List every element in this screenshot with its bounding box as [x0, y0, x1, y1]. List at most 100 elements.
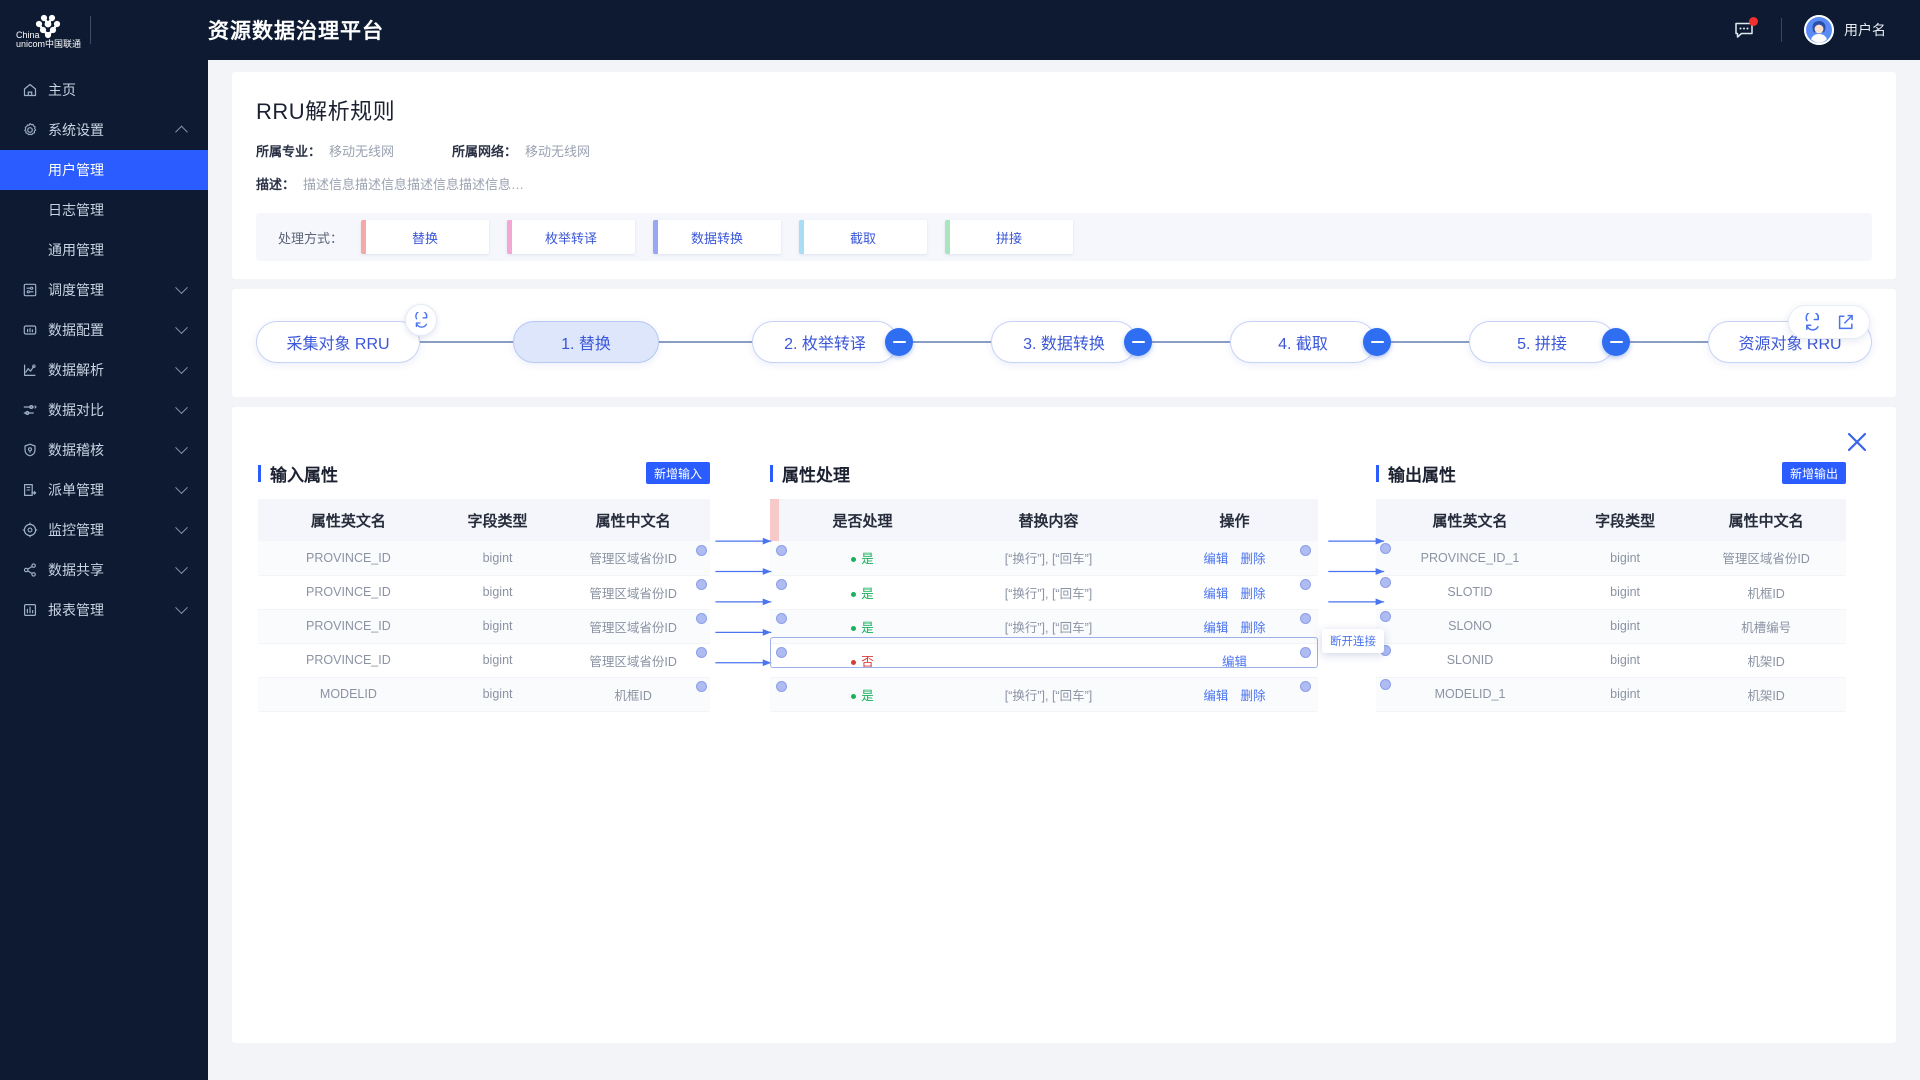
- table-row[interactable]: MODELID_1 bigint 机架ID: [1376, 677, 1846, 712]
- sidebar-item-data-parse[interactable]: 数据解析: [0, 350, 208, 390]
- table-row[interactable]: 是 [“换行”], [“回车”] 编辑 删除: [770, 609, 1318, 644]
- panel-accent-bar: [258, 464, 261, 482]
- cell-replace-content: [“换行”], [“回车”]: [946, 541, 1151, 576]
- cell-attr-cn: 管理区域省份ID: [556, 609, 710, 644]
- sidebar-subitem-log-management[interactable]: 日志管理: [0, 190, 208, 230]
- remove-step-5-button[interactable]: [1602, 328, 1630, 356]
- edit-link[interactable]: 编辑: [1222, 655, 1247, 669]
- brand-logo-block[interactable]: China unicom中国联通: [0, 10, 208, 50]
- delete-link[interactable]: 删除: [1240, 621, 1265, 635]
- input-row-port-1[interactable]: [696, 545, 707, 556]
- flow-step-3[interactable]: 3. 数据转换: [991, 321, 1152, 363]
- flow-step-2[interactable]: 2. 枚举转译: [752, 321, 913, 363]
- edit-link[interactable]: 编辑: [1203, 587, 1228, 601]
- source-refresh-icon[interactable]: [405, 304, 437, 336]
- input-row-port-3[interactable]: [696, 613, 707, 624]
- input-row-port-5[interactable]: [696, 681, 707, 692]
- output-row-port-2[interactable]: [1380, 577, 1391, 588]
- edit-link[interactable]: 编辑: [1203, 689, 1228, 703]
- chevron-down-icon: [175, 480, 188, 494]
- process-out-port-2[interactable]: [1300, 579, 1311, 590]
- cell-replace-content: [946, 643, 1151, 678]
- output-row-port-1[interactable]: [1380, 543, 1391, 554]
- table-row[interactable]: SLONO bigint 机槽编号: [1376, 609, 1846, 644]
- user-name-label[interactable]: 用户名: [1844, 20, 1886, 40]
- description-value: 描述信息描述信息描述信息描述信息…: [303, 177, 525, 192]
- process-out-port-4[interactable]: [1300, 647, 1311, 658]
- remove-step-4-button[interactable]: [1363, 328, 1391, 356]
- method-chip-concat[interactable]: 拼接: [945, 220, 1074, 254]
- method-chip-truncate[interactable]: 截取: [799, 220, 928, 254]
- avatar[interactable]: [1804, 15, 1834, 45]
- add-input-button[interactable]: 新增输入: [645, 462, 710, 484]
- cell-attr-en: SLONO: [1376, 609, 1564, 644]
- remove-step-2-button[interactable]: [885, 328, 913, 356]
- input-row-port-2[interactable]: [696, 579, 707, 590]
- table-row[interactable]: MODELID bigint 机框ID: [258, 677, 710, 712]
- edit-link[interactable]: 编辑: [1203, 621, 1228, 635]
- sidebar-item-data-share[interactable]: 数据共享: [0, 550, 208, 590]
- table-row[interactable]: PROVINCE_ID_1 bigint 管理区域省份ID: [1376, 541, 1846, 576]
- edit-link[interactable]: 编辑: [1203, 552, 1228, 566]
- flow-step-4[interactable]: 4. 截取: [1230, 321, 1391, 363]
- remove-step-3-button[interactable]: [1124, 328, 1152, 356]
- add-output-button[interactable]: 新增输出: [1781, 462, 1846, 484]
- sidebar-item-dispatch-management[interactable]: 派单管理: [0, 470, 208, 510]
- table-row[interactable]: PROVINCE_ID bigint 管理区域省份ID: [258, 575, 710, 610]
- table-row[interactable]: SLOTID bigint 机框ID: [1376, 575, 1846, 610]
- delete-link[interactable]: 删除: [1240, 689, 1265, 703]
- attribute-processing-table: 是否处理 替换内容 操作 是 [“换行”], [“回车”] 编辑 删除 是 [“…: [770, 499, 1318, 712]
- mapping-panels: 输入属性 新增输入 属性英文名 字段类型 属性中文名 PROVINCE_ID b…: [258, 461, 1870, 712]
- table-row-selected[interactable]: 否 编辑: [770, 643, 1318, 678]
- process-in-port-4[interactable]: [776, 647, 787, 658]
- description-label: 描述：: [256, 177, 296, 192]
- cell-attr-cn: 管理区域省份ID: [556, 643, 710, 678]
- method-chip-data-convert[interactable]: 数据转换: [653, 220, 782, 254]
- sidebar-item-data-compare[interactable]: 数据对比: [0, 390, 208, 430]
- method-chip-replace[interactable]: 替换: [361, 220, 490, 254]
- message-button[interactable]: [1729, 15, 1759, 45]
- process-in-port-5[interactable]: [776, 681, 787, 692]
- edit-square-icon[interactable]: [1836, 313, 1855, 332]
- table-row[interactable]: PROVINCE_ID bigint 管理区域省份ID: [258, 643, 710, 678]
- process-out-port-3[interactable]: [1300, 613, 1311, 624]
- process-in-port-2[interactable]: [776, 579, 787, 590]
- sidebar-item-system-settings[interactable]: 系统设置: [0, 110, 208, 150]
- sidebar-item-data-audit[interactable]: 数据稽核: [0, 430, 208, 470]
- delete-link[interactable]: 删除: [1240, 587, 1265, 601]
- delete-link[interactable]: 删除: [1240, 552, 1265, 566]
- sidebar-item-report-management[interactable]: 报表管理: [0, 590, 208, 630]
- cell-attr-cn: 机架ID: [1686, 677, 1846, 712]
- refresh-icon[interactable]: [1803, 312, 1822, 332]
- table-row[interactable]: SLONID bigint 机架ID: [1376, 643, 1846, 678]
- table-row[interactable]: PROVINCE_ID bigint 管理区域省份ID: [258, 609, 710, 644]
- sidebar-subitem-general-management[interactable]: 通用管理: [0, 230, 208, 270]
- process-in-port-3[interactable]: [776, 613, 787, 624]
- output-row-port-5[interactable]: [1380, 679, 1391, 690]
- input-row-port-4[interactable]: [696, 647, 707, 658]
- process-out-port-1[interactable]: [1300, 545, 1311, 556]
- output-row-port-3[interactable]: [1380, 611, 1391, 622]
- sidebar-item-home[interactable]: 主页: [0, 70, 208, 110]
- table-row[interactable]: 是 [“换行”], [“回车”] 编辑 删除: [770, 575, 1318, 610]
- method-chip-enum-translate[interactable]: 枚举转译: [507, 220, 636, 254]
- cell-field-type: bigint: [1564, 643, 1687, 678]
- sidebar-item-label: 主页: [48, 82, 76, 98]
- cell-attr-en: MODELID_1: [1376, 677, 1564, 712]
- flow-step-1[interactable]: 1. 替换: [513, 321, 659, 363]
- cell-attr-cn: 机槽编号: [1686, 609, 1846, 644]
- table-row[interactable]: 是 [“换行”], [“回车”] 编辑 删除: [770, 677, 1318, 712]
- process-in-port-1[interactable]: [776, 545, 787, 556]
- cell-attr-en: SLOTID: [1376, 575, 1564, 610]
- table-row[interactable]: 是 [“换行”], [“回车”] 编辑 删除: [770, 541, 1318, 576]
- sidebar-item-schedule-management[interactable]: 调度管理: [0, 270, 208, 310]
- table-row[interactable]: PROVINCE_ID bigint 管理区域省份ID: [258, 541, 710, 576]
- flow-step-5[interactable]: 5. 拼接: [1469, 321, 1630, 363]
- sidebar-item-monitor-management[interactable]: 监控管理: [0, 510, 208, 550]
- report-icon: [22, 602, 44, 618]
- sidebar-item-data-config[interactable]: 数据配置: [0, 310, 208, 350]
- flow-node-source[interactable]: 采集对象 RRU: [256, 304, 437, 363]
- close-icon[interactable]: [1844, 429, 1870, 460]
- sidebar-subitem-user-management[interactable]: 用户管理: [0, 150, 208, 190]
- process-out-port-5[interactable]: [1300, 681, 1311, 692]
